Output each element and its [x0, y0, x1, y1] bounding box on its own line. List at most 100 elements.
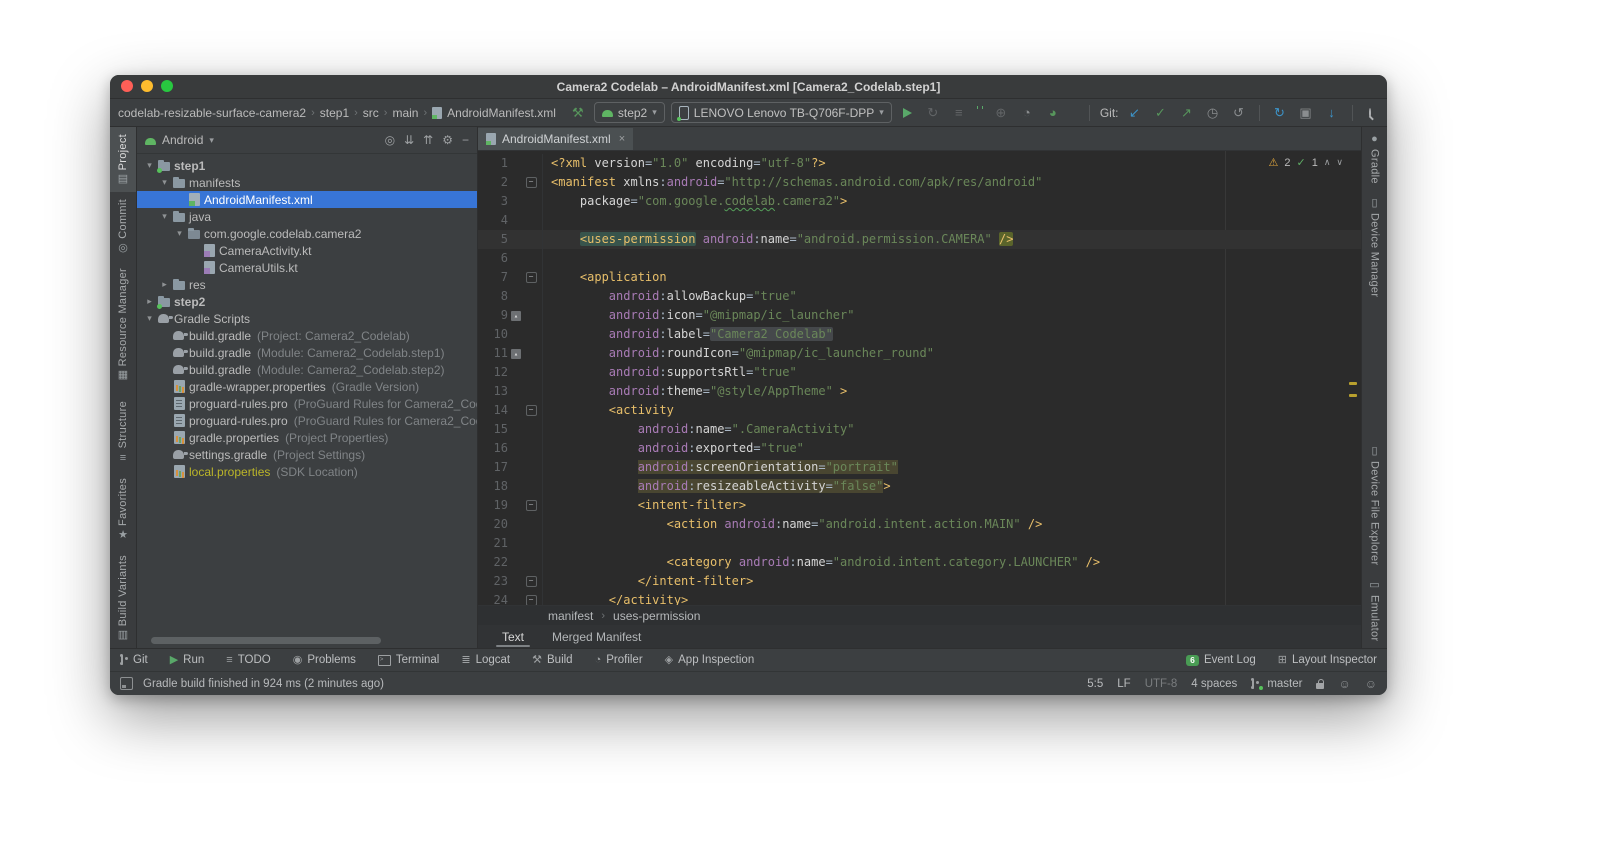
breadcrumb-src[interactable]: src [363, 106, 379, 120]
tool-window-button-profiler[interactable]: ◔ Profiler [595, 654, 643, 666]
git-history-icon[interactable]: ◷ [1203, 105, 1223, 121]
file-encoding[interactable]: UTF-8 [1145, 678, 1178, 690]
editor-bottom-tab-merged-manifest[interactable]: Merged Manifest [540, 625, 653, 648]
settings-icon[interactable]: ⚙ [1383, 105, 1388, 121]
tree-item-step1[interactable]: ▾ step1 [137, 157, 477, 174]
tool-window-button-event-log[interactable]: 6 Event Log [1185, 654, 1256, 666]
expand-all-icon[interactable]: ⇊ [404, 133, 414, 147]
run-button[interactable] [902, 107, 912, 118]
fold-marker-icon[interactable]: − [525, 576, 537, 587]
tool-window-button-terminal[interactable]: > Terminal [377, 654, 439, 666]
project-view-mode[interactable]: Android [162, 133, 203, 147]
git-update-icon[interactable]: ↙ [1125, 105, 1145, 121]
tool-window-toggle-icon[interactable] [120, 677, 133, 690]
tree-item-camerautils-kt[interactable]: CameraUtils.kt [137, 259, 477, 276]
prev-problem-icon[interactable]: ∧ [1324, 157, 1331, 168]
tool-window-button-logcat[interactable]: ≣ Logcat [461, 654, 510, 666]
tool-window-button-git[interactable]: Git [120, 654, 148, 666]
fold-marker-icon[interactable]: − [525, 500, 537, 511]
tree-item-build-gradle[interactable]: build.gradle (Module: Camera2_Codelab.ste… [137, 361, 477, 378]
tree-item-proguard-rules-pro[interactable]: proguard-rules.pro (ProGuard Rules for Ca… [137, 412, 477, 429]
device-select[interactable]: LENOVO Lenovo TB-Q706F-DPP ▾ [670, 102, 892, 123]
fold-marker-icon[interactable]: − [525, 595, 537, 605]
apply-code-changes-icon[interactable]: ≡ [949, 105, 969, 120]
tree-item-res[interactable]: ▸ res [137, 276, 477, 293]
caret-position[interactable]: 5:5 [1087, 678, 1103, 690]
stripe-item-commit[interactable]: Commit ◎ [110, 192, 136, 261]
git-commit-icon[interactable]: ✓ [1151, 105, 1171, 121]
breadcrumb-step1[interactable]: step1 [320, 106, 349, 120]
stripe-item-favorites[interactable]: Favorites ★ [110, 471, 136, 548]
breadcrumb-project[interactable]: codelab-resizable-surface-camera2 [118, 106, 306, 120]
breadcrumb-main[interactable]: main [392, 106, 418, 120]
sdk-manager-icon[interactable]: ↓ [1322, 105, 1342, 120]
chevron-down-icon[interactable]: ▾ [209, 135, 214, 146]
minimize-button[interactable] [141, 80, 153, 92]
project-error-icon[interactable]: ☺ [1365, 677, 1377, 691]
tree-item-gradle-wrapper-properties[interactable]: gradle-wrapper.properties (Gradle Version… [137, 378, 477, 395]
breadcrumb-uses-permission[interactable]: uses-permission [613, 609, 700, 623]
stripe-item-structure[interactable]: Structure ≡ [110, 394, 136, 470]
inspections-widget[interactable]: ⚠ 2 ✓ 1 ∧ ∨ [1268, 156, 1343, 170]
stripe-item-resource-manager[interactable]: Resource Manager ▦ [110, 261, 136, 388]
indent-setting[interactable]: 4 spaces [1191, 678, 1237, 690]
git-push-icon[interactable]: ↗ [1177, 105, 1197, 121]
tree-item-local-properties[interactable]: local.properties (SDK Location) [137, 463, 477, 480]
tree-item-settings-gradle[interactable]: settings.gradle (Project Settings) [137, 446, 477, 463]
git-branch-widget[interactable]: master [1251, 677, 1302, 690]
tool-window-button-run[interactable]: ▶ Run [170, 654, 205, 666]
tool-window-button-app-inspection[interactable]: ◈ App Inspection [665, 654, 755, 666]
editor-bottom-tab-text[interactable]: Text [490, 625, 536, 648]
fold-marker-icon[interactable]: − [525, 405, 537, 416]
tree-item-manifests[interactable]: ▾ manifests [137, 174, 477, 191]
read-write-lock-icon[interactable] [1316, 678, 1325, 689]
tool-window-button-build[interactable]: ⚒ Build [532, 654, 572, 666]
line-ending[interactable]: LF [1117, 678, 1130, 690]
close-button[interactable] [121, 80, 133, 92]
tree-item-cameraactivity-kt[interactable]: CameraActivity.kt [137, 242, 477, 259]
profiler-icon[interactable]: ◔ [1017, 105, 1037, 120]
stripe-item-device-file-explorer[interactable]: ▯ Device File Explorer [1362, 439, 1387, 572]
fold-marker-icon[interactable]: − [525, 272, 537, 283]
image-preview-icon[interactable]: ▴ [511, 310, 521, 321]
run-configuration-select[interactable]: step2 ▾ [593, 102, 665, 123]
tree-item-androidmanifest-xml[interactable]: AndroidManifest.xml [137, 191, 477, 208]
zoom-button[interactable] [161, 80, 173, 92]
code-editor[interactable]: 1 <?xml version="1.0" encoding="utf-8"?> 2… [478, 151, 1361, 605]
hide-panel-icon[interactable]: − [462, 133, 469, 147]
tree-item-build-gradle[interactable]: build.gradle (Project: Camera2_Codelab) [137, 327, 477, 344]
analysis-warning-tick[interactable] [1349, 394, 1357, 397]
stripe-item-device-manager[interactable]: ▯ Device Manager [1362, 191, 1387, 304]
tree-item-java[interactable]: ▾ java [137, 208, 477, 225]
close-tab-icon[interactable]: × [619, 133, 625, 145]
attach-debugger-icon[interactable]: ⊕ [991, 105, 1011, 121]
ide-error-icon[interactable]: ☺ [1338, 677, 1350, 691]
tree-item-step2[interactable]: ▸ step2 [137, 293, 477, 310]
search-everywhere-icon[interactable] [1368, 107, 1371, 118]
git-rollback-icon[interactable]: ↺ [1229, 105, 1249, 121]
locate-file-icon[interactable]: ◎ [385, 133, 395, 147]
stripe-item-build-variants[interactable]: Build Variants ▥ [110, 548, 136, 648]
profile-run-icon[interactable]: ◕ [1043, 105, 1063, 120]
horizontal-scrollbar[interactable] [151, 637, 381, 644]
collapse-all-icon[interactable]: ⇈ [423, 133, 433, 147]
tree-item-gradle-properties[interactable]: gradle.properties (Project Properties) [137, 429, 477, 446]
gradle-sync-icon[interactable]: ↻ [1270, 105, 1290, 121]
image-preview-icon[interactable]: ▴ [511, 348, 521, 359]
analysis-warning-tick[interactable] [1349, 382, 1357, 385]
tool-window-button-layout-inspector[interactable]: ⊞ Layout Inspector [1278, 654, 1377, 666]
fold-marker-icon[interactable]: − [525, 177, 537, 188]
next-problem-icon[interactable]: ∨ [1336, 157, 1343, 168]
tree-item-gradle-scripts[interactable]: ▾ Gradle Scripts [137, 310, 477, 327]
tree-item-com-google-codelab-camera2[interactable]: ▾ com.google.codelab.camera2 [137, 225, 477, 242]
tool-window-button-todo[interactable]: ≡ TODO [226, 654, 270, 666]
editor-tab-androidmanifest[interactable]: AndroidManifest.xml × [478, 128, 634, 150]
tool-window-button-problems[interactable]: ◉ Problems [293, 654, 356, 666]
stripe-item-emulator[interactable]: ▭ Emulator [1362, 573, 1387, 648]
stripe-item-gradle[interactable]: ● Gradle [1362, 127, 1387, 191]
status-message[interactable]: Gradle build finished in 924 ms (2 minut… [143, 678, 384, 690]
tree-item-build-gradle[interactable]: build.gradle (Module: Camera2_Codelab.ste… [137, 344, 477, 361]
build-hammer-icon[interactable]: ⚒ [568, 105, 588, 121]
apply-changes-icon[interactable]: ↻ [923, 105, 943, 121]
breadcrumb-manifest[interactable]: manifest [548, 609, 593, 623]
